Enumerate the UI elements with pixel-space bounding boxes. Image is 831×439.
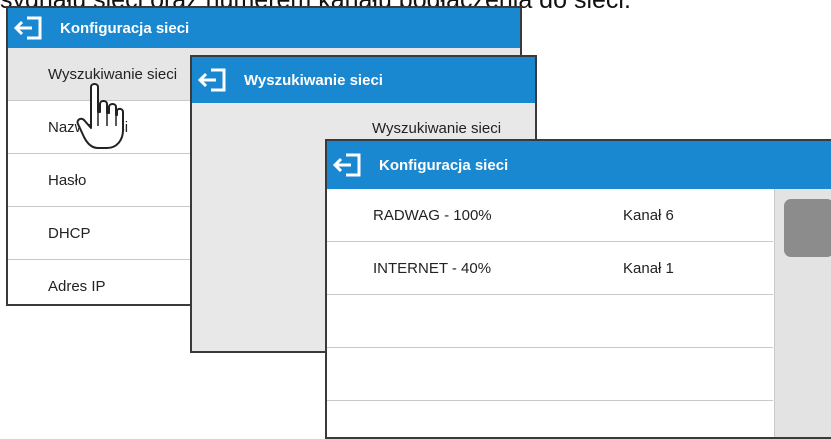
network-list-item[interactable]: RADWAG - 100% Kanał 6 <box>327 189 773 242</box>
menu-item-label: Hasło <box>48 171 87 189</box>
menu-item-label: DHCP <box>48 224 91 242</box>
back-arrow-icon[interactable] <box>192 57 232 103</box>
window-title: Konfiguracja sieci <box>379 156 509 174</box>
network-results-window: Konfiguracja sieci RADWAG - 100% Kanał 6… <box>325 139 831 439</box>
scrollbar[interactable] <box>774 189 831 437</box>
network-channel: Kanał 1 <box>623 259 674 277</box>
menu-item-label: Adres IP <box>48 278 106 295</box>
titlebar: Konfiguracja sieci <box>8 8 520 48</box>
titlebar: Konfiguracja sieci <box>327 141 831 189</box>
window-title: Konfiguracja sieci <box>60 19 190 37</box>
network-list-item-empty[interactable] <box>327 295 773 348</box>
hand-pointer-icon <box>76 82 124 155</box>
back-arrow-icon[interactable] <box>8 8 48 48</box>
network-ssid: RADWAG - 100% <box>373 206 492 224</box>
scrollbar-thumb[interactable] <box>784 199 831 257</box>
titlebar: Wyszukiwanie sieci <box>192 57 535 103</box>
menu-item-label: Wyszukiwanie sieci <box>48 65 178 83</box>
network-channel: Kanał 6 <box>623 206 674 224</box>
window-title: Wyszukiwanie sieci <box>244 71 383 89</box>
network-list-item-empty[interactable] <box>327 348 773 401</box>
back-arrow-icon[interactable] <box>327 141 367 189</box>
network-search-label: Wyszukiwanie sieci <box>372 119 502 137</box>
network-list-item[interactable]: INTERNET - 40% Kanał 1 <box>327 242 773 295</box>
network-ssid: INTERNET - 40% <box>373 259 492 277</box>
network-list-item-empty[interactable] <box>327 401 773 437</box>
